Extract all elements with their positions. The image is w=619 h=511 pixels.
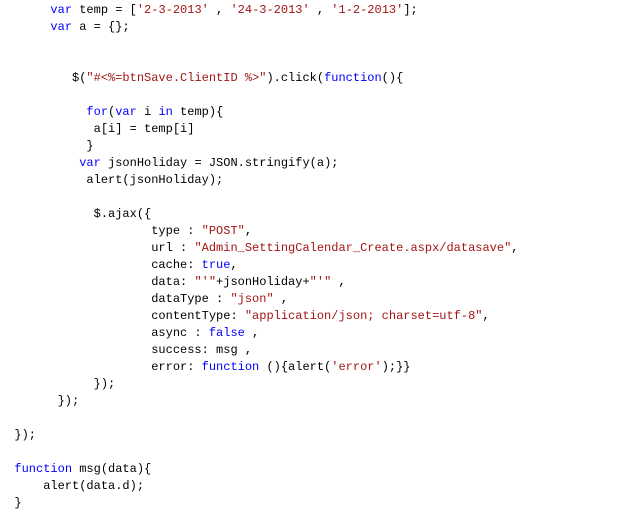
code-token: temp){	[173, 105, 223, 119]
code-token: function	[324, 71, 382, 85]
code-token: (){	[382, 71, 404, 85]
code-token: msg(data){	[72, 462, 151, 476]
code-token: false	[209, 326, 245, 340]
code-token: for	[86, 105, 108, 119]
code-token: in	[158, 105, 172, 119]
code-token: async :	[0, 326, 209, 340]
code-token: jsonHoliday = JSON.stringify(a);	[101, 156, 339, 170]
code-token: '1-2-2013'	[331, 3, 403, 17]
code-token: }	[0, 139, 94, 153]
code-snippet: var temp = ['2-3-2013' , '24-3-2013' , '…	[0, 0, 619, 511]
code-token: 'error'	[331, 360, 381, 374]
code-token: ,	[245, 224, 252, 238]
code-token: ,	[209, 3, 231, 17]
code-token: i	[137, 105, 159, 119]
code-token: '2-3-2013'	[137, 3, 209, 17]
code-token: dataType :	[0, 292, 230, 306]
code-token: '24-3-2013'	[230, 3, 309, 17]
code-token: function	[202, 360, 260, 374]
code-token: url :	[0, 241, 194, 255]
code-token	[0, 3, 50, 17]
code-token: var	[115, 105, 137, 119]
code-token: a[i] = temp[i]	[0, 122, 194, 136]
code-token: (){alert(	[259, 360, 331, 374]
code-token: });	[0, 428, 36, 442]
code-token: alert(jsonHoliday);	[0, 173, 223, 187]
code-token: type :	[0, 224, 202, 238]
code-token: function	[14, 462, 72, 476]
code-token: var	[50, 20, 72, 34]
code-token: data:	[0, 275, 194, 289]
code-token: contentType:	[0, 309, 245, 323]
code-token: });	[0, 394, 79, 408]
code-token: "application/json; charset=utf-8"	[245, 309, 483, 323]
code-token: "json"	[230, 292, 273, 306]
code-token: ).click(	[266, 71, 324, 85]
code-token: ,	[274, 292, 288, 306]
code-token: );}}	[382, 360, 411, 374]
code-token	[0, 156, 79, 170]
code-token	[0, 462, 14, 476]
code-token: ,	[230, 258, 237, 272]
code-token: "'"	[310, 275, 332, 289]
code-token: error:	[0, 360, 202, 374]
code-token: success: msg ,	[0, 343, 252, 357]
code-token: ,	[310, 3, 332, 17]
code-token: ,	[331, 275, 345, 289]
code-token: var	[79, 156, 101, 170]
code-token: a = {};	[72, 20, 130, 34]
code-token	[0, 105, 86, 119]
code-token: "#<%=btnSave.ClientID %>"	[86, 71, 266, 85]
code-token: var	[50, 3, 72, 17]
code-token: ,	[245, 326, 259, 340]
code-token: alert(data.d);	[0, 479, 144, 493]
code-token: }	[0, 496, 22, 510]
code-token: ,	[511, 241, 518, 255]
code-token: cache:	[0, 258, 202, 272]
code-token: temp = [	[72, 3, 137, 17]
code-token: ,	[482, 309, 489, 323]
code-token: $.ajax({	[0, 207, 151, 221]
code-token	[0, 20, 50, 34]
code-token: +jsonHoliday+	[216, 275, 310, 289]
code-token: ];	[403, 3, 417, 17]
code-token: true	[202, 258, 231, 272]
code-token: });	[0, 377, 115, 391]
code-token: "Admin_SettingCalendar_Create.aspx/datas…	[194, 241, 511, 255]
code-token: "'"	[194, 275, 216, 289]
code-token: "POST"	[202, 224, 245, 238]
code-token: $(	[0, 71, 86, 85]
